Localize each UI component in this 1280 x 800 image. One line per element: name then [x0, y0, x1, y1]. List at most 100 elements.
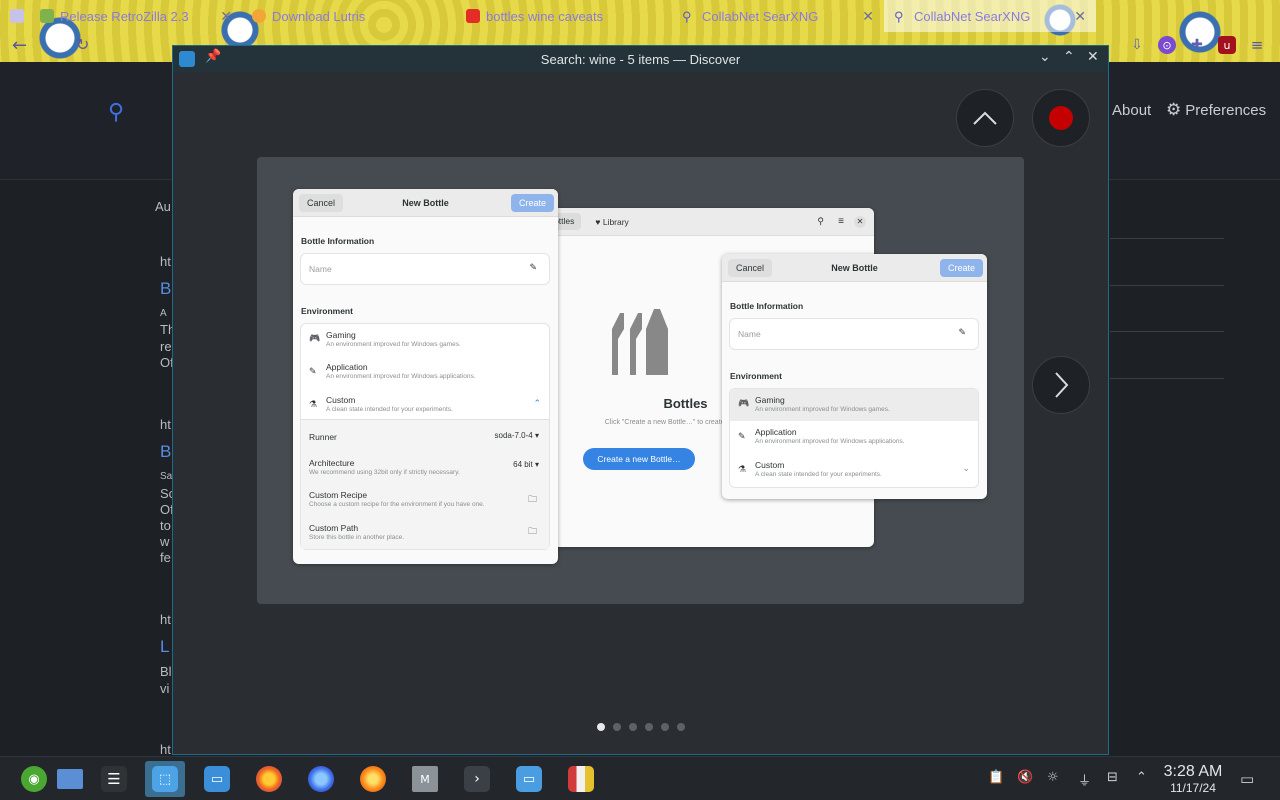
chevron-up-icon[interactable]: ⌃ — [1136, 770, 1147, 785]
tab-library[interactable]: ♥ Library — [595, 217, 628, 227]
dolphin-task[interactable]: ▭ — [197, 761, 237, 797]
cancel-button[interactable]: Cancel — [299, 193, 344, 212]
archive-icon — [568, 766, 594, 792]
next-screenshot-button[interactable] — [1032, 356, 1090, 414]
env-gaming[interactable]: Gaming An environment improved for Windo… — [755, 395, 890, 413]
browser-tab-4[interactable]: ⚲ CollabNet SearXNG ✕ — [672, 0, 884, 32]
name-placeholder: Name — [309, 264, 332, 274]
about-link[interactable]: About — [1112, 102, 1151, 119]
scroll-up-button[interactable] — [956, 89, 1014, 147]
terminal-icon: › — [464, 766, 490, 792]
clipboard-icon[interactable]: 📋 — [988, 770, 1004, 785]
page-fragment[interactable]: B — [160, 442, 171, 462]
discover-app-icon[interactable] — [179, 51, 195, 67]
tab-title: CollabNet SearXNG — [702, 8, 819, 24]
browser-tab-3[interactable]: bottles wine caveats — [456, 0, 672, 32]
terminal-task[interactable]: › — [457, 761, 497, 797]
create-button[interactable]: Create — [939, 258, 983, 277]
close-icon[interactable]: ✕ — [854, 215, 866, 228]
app-screenshot[interactable]: ▦ Bottles ♥ Library ⚲ ≡ ✕ Bottles Click … — [257, 157, 1024, 604]
name-field[interactable]: Name ✎ — [730, 319, 978, 349]
menu-icon[interactable]: ≡ — [1248, 36, 1266, 54]
tab-list-button[interactable] — [0, 0, 30, 32]
window-titlebar[interactable]: 📌 Search: wine - 5 items — Discover ⌄ ⌃ … — [173, 46, 1108, 72]
close-icon[interactable]: ✕ — [1074, 8, 1086, 25]
search-icon[interactable]: ⚲ — [817, 216, 824, 227]
edit-icon[interactable]: ✎ — [958, 327, 966, 338]
extension-icon[interactable]: ⊙ — [1158, 36, 1176, 54]
preferences-link[interactable]: ⚙ Preferences — [1166, 100, 1266, 120]
network-icon[interactable]: ⊟ — [1107, 770, 1118, 785]
show-desktop-icon[interactable]: ▭ — [1240, 770, 1254, 788]
carousel-indicator — [597, 723, 685, 731]
reload-icon[interactable]: ↻ — [76, 35, 89, 54]
application-launcher[interactable]: ◉ — [14, 761, 54, 797]
minimize-button[interactable]: ⌄ — [1039, 49, 1051, 65]
env-custom[interactable]: Custom A clean state intended for your e… — [755, 460, 882, 478]
page-fragment[interactable]: L — [160, 637, 169, 657]
search-icon[interactable]: ⚲ — [108, 100, 124, 125]
gamepad-icon: 🎮 — [738, 398, 750, 408]
carousel-dot[interactable] — [613, 723, 621, 731]
carousel-dot[interactable] — [677, 723, 685, 731]
brightness-icon[interactable]: ☼ — [1047, 770, 1059, 785]
desktop-pager[interactable] — [50, 761, 90, 797]
file-manager-task[interactable]: ▭ — [509, 761, 549, 797]
menu-icon[interactable]: ≡ — [838, 216, 844, 227]
firefox-esr-task[interactable] — [353, 761, 393, 797]
archive-task[interactable] — [561, 761, 601, 797]
page-fragment: ht — [160, 612, 171, 627]
firefox-task[interactable] — [249, 761, 289, 797]
clock[interactable]: 3:28 AM 11/17/24 — [1160, 763, 1226, 795]
pager-icon — [57, 769, 83, 789]
close-icon[interactable]: ✕ — [220, 8, 232, 25]
download-icon[interactable]: ⇩ — [1128, 36, 1146, 54]
carousel-dot[interactable] — [645, 723, 653, 731]
chevron-down-icon[interactable]: ⌄ — [962, 463, 970, 474]
folder-icon[interactable]: 🗀 — [528, 492, 537, 508]
page-fragment[interactable]: B — [160, 279, 171, 299]
clock-time: 3:28 AM — [1163, 763, 1223, 780]
usb-icon[interactable]: ⏚ — [1078, 770, 1091, 789]
folder-icon[interactable]: 🗀 — [528, 524, 537, 540]
browser-tab-1[interactable]: Release RetroZilla 2.3 ✕ — [30, 0, 242, 32]
environment-list: 🎮 Gaming An environment improved for Win… — [301, 324, 549, 549]
volume-muted-icon[interactable]: 🔇 — [1017, 770, 1033, 785]
architecture-select[interactable]: 64 bit ▾ — [513, 460, 539, 469]
close-icon[interactable]: ✕ — [862, 8, 874, 25]
carousel-dot[interactable] — [629, 723, 637, 731]
create-bottle-button[interactable]: Create a new Bottle… — [583, 448, 695, 470]
carousel-dot[interactable] — [597, 723, 605, 731]
carousel-dot[interactable] — [661, 723, 669, 731]
create-button[interactable]: Create — [510, 193, 554, 212]
name-field[interactable]: Name ✎ — [301, 254, 549, 284]
maximize-button[interactable]: ⌃ — [1063, 49, 1075, 65]
mame-task[interactable]: M — [405, 761, 445, 797]
browser-tab-2[interactable]: Download Lutris — [242, 0, 456, 32]
record-button[interactable] — [1032, 89, 1090, 147]
close-button[interactable]: ✕ — [1087, 49, 1099, 65]
firefox-dev-task[interactable] — [301, 761, 341, 797]
discover-task[interactable]: ⬚ — [145, 761, 185, 797]
env-application[interactable]: Application An environment improved for … — [755, 427, 905, 445]
system-settings-launcher[interactable]: ☰ — [94, 761, 134, 797]
ublock-icon[interactable]: u — [1218, 36, 1236, 54]
discover-window: 📌 Search: wine - 5 items — Discover ⌄ ⌃ … — [172, 45, 1109, 755]
name-placeholder: Name — [738, 329, 761, 339]
back-arrow-icon[interactable]: ← — [12, 35, 27, 56]
puzzle-icon[interactable]: ✚ — [1188, 36, 1206, 54]
divider — [1110, 331, 1224, 332]
new-bottle-dialog: Cancel New Bottle Create Bottle Informat… — [722, 254, 987, 499]
chevron-up-icon[interactable]: ⌃ — [533, 398, 541, 409]
dialog-headerbar: Cancel New Bottle Create — [293, 189, 558, 217]
env-application[interactable]: Application An environment improved for … — [326, 362, 476, 380]
page-fragment: ht — [160, 254, 171, 269]
env-gaming[interactable]: Gaming An environment improved for Windo… — [326, 330, 461, 348]
cancel-button[interactable]: Cancel — [728, 258, 773, 277]
edit-icon[interactable]: ✎ — [529, 262, 537, 273]
runner-select[interactable]: soda-7.0-4 ▾ — [495, 431, 540, 440]
env-custom[interactable]: Custom A clean state intended for your e… — [326, 395, 453, 413]
browser-tab-5[interactable]: ⚲ CollabNet SearXNG ✕ — [884, 0, 1096, 32]
retrozilla-icon — [40, 9, 54, 23]
pin-icon[interactable]: 📌 — [205, 49, 221, 64]
